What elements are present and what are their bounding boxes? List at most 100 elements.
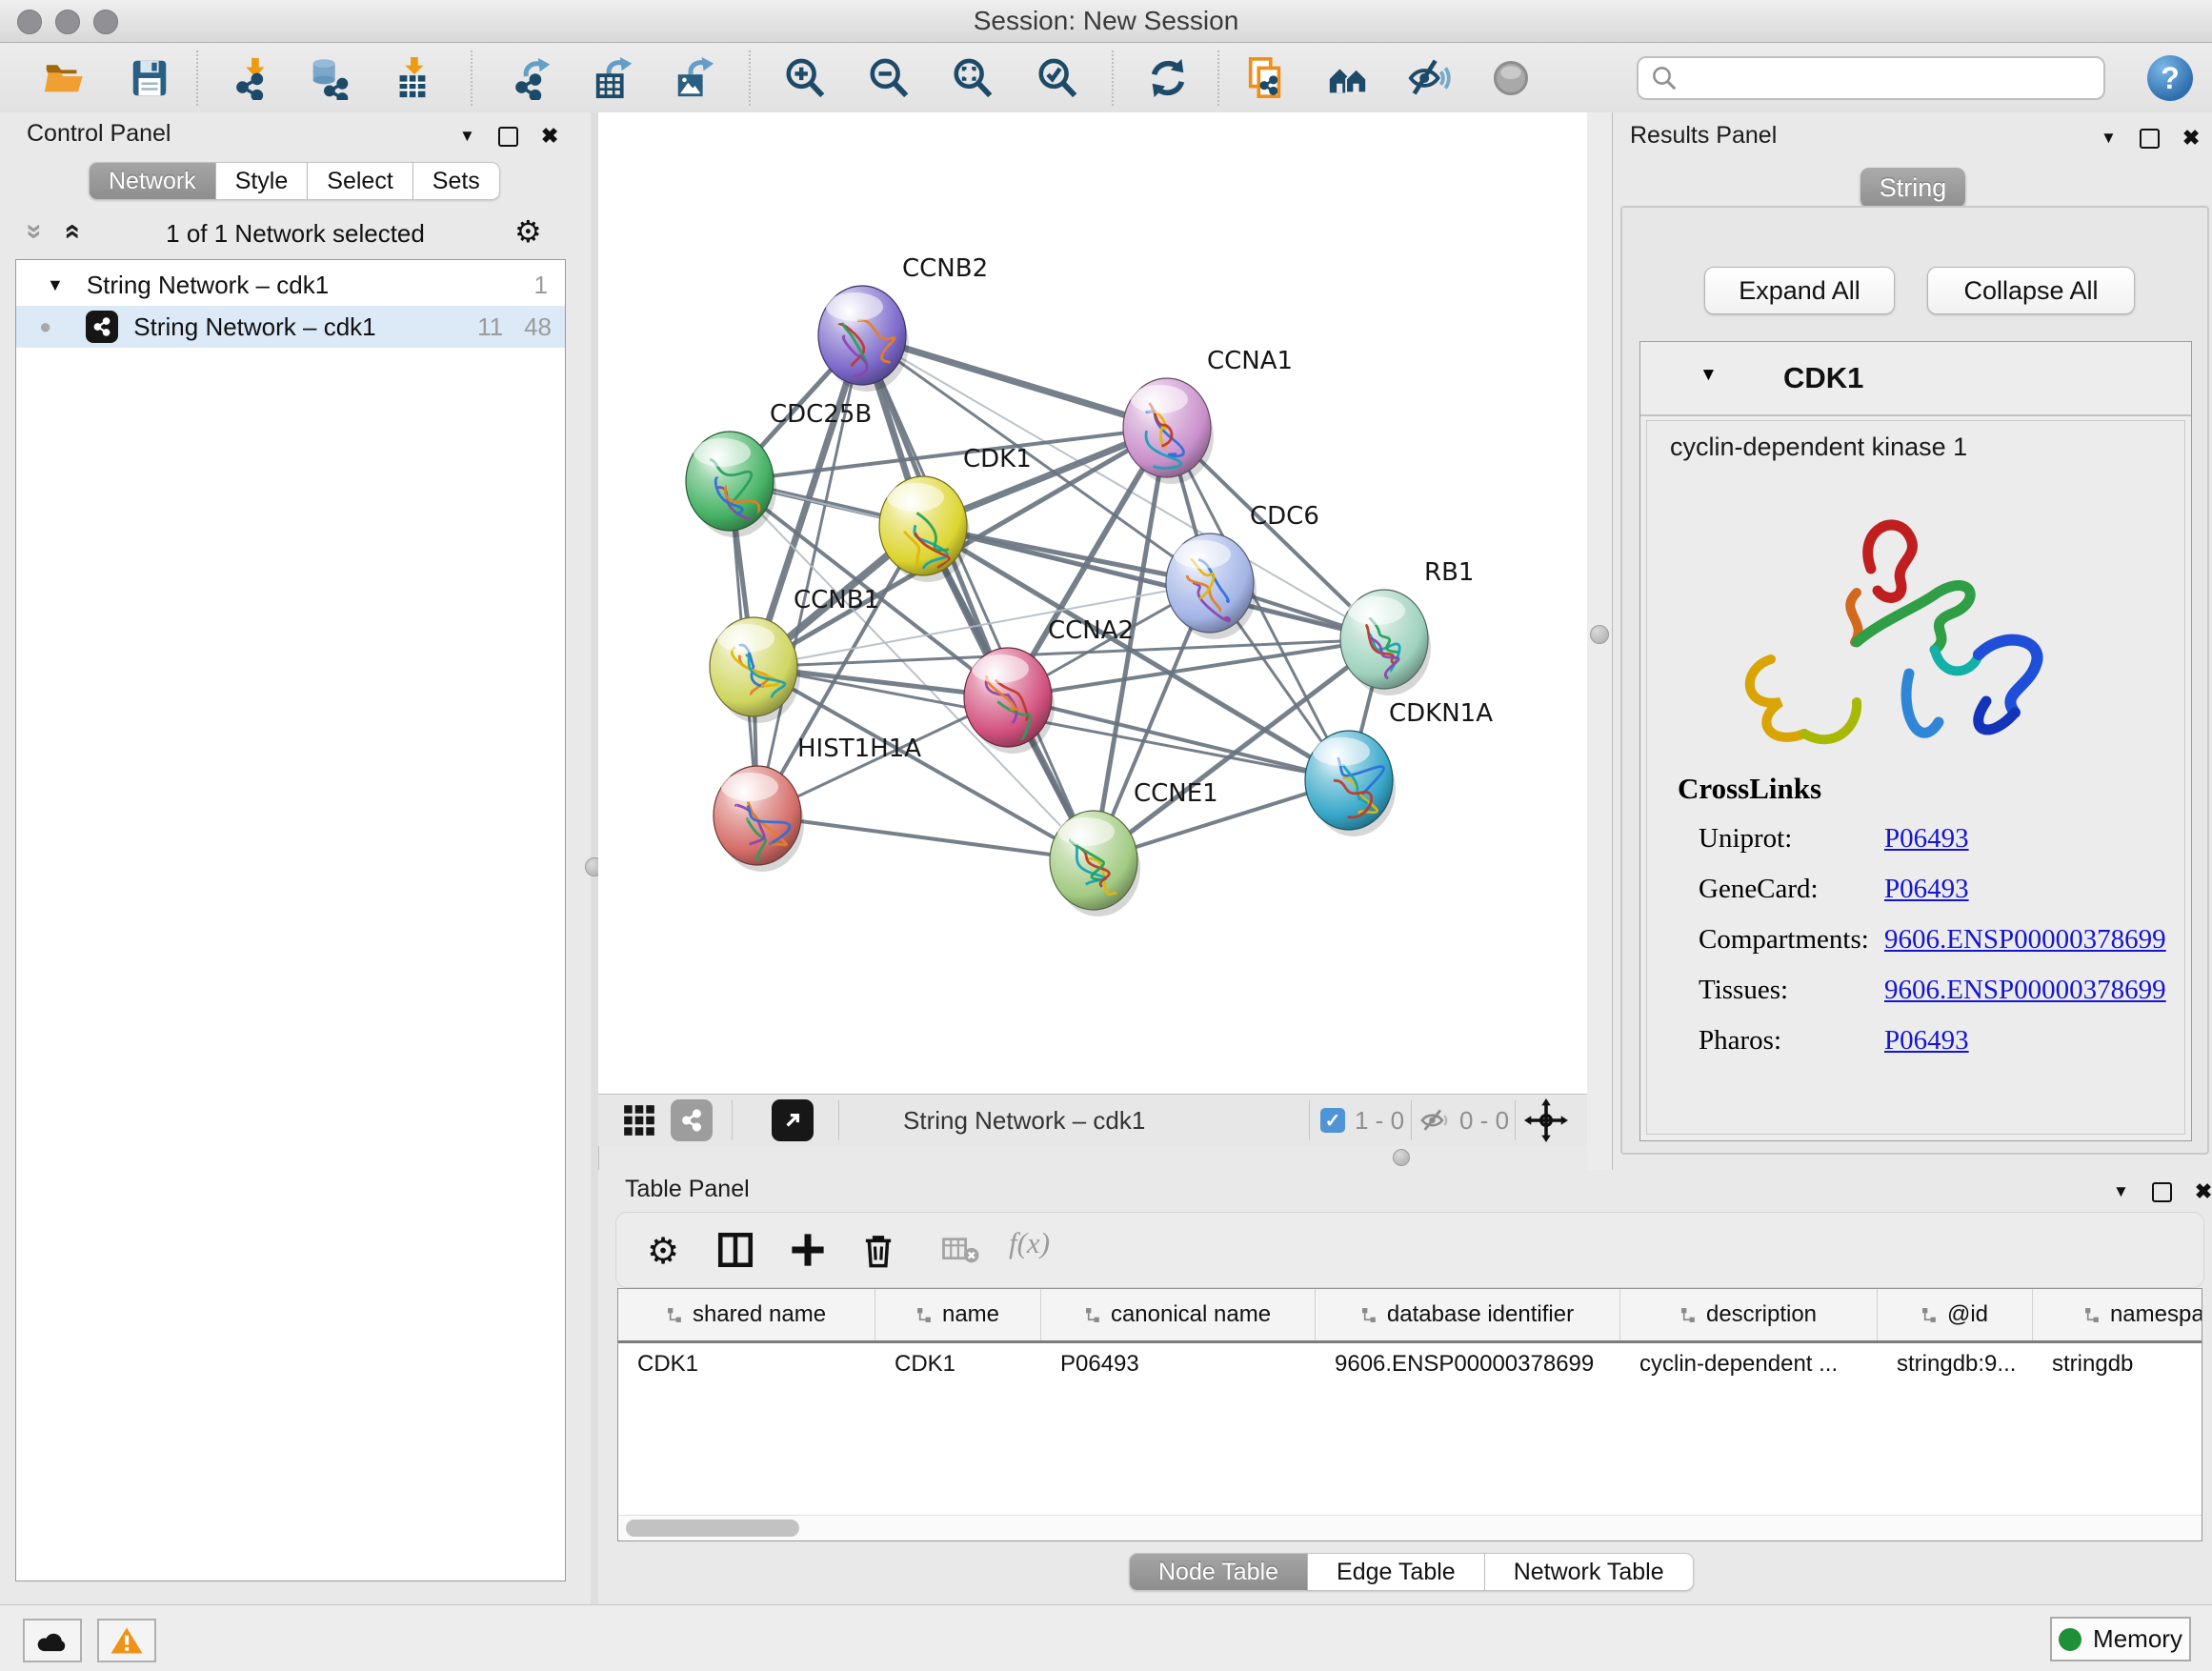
cell-namespace[interactable]: stringdb — [2033, 1343, 2202, 1385]
column-header-database-identifier[interactable]: database identifier — [1316, 1289, 1620, 1340]
zoom-fit-icon[interactable] — [950, 55, 995, 101]
entry-header[interactable]: ▼ CDK1 — [1640, 342, 2191, 416]
table-options-gear-icon[interactable]: ⚙ — [647, 1230, 679, 1272]
cell-canonical-name[interactable]: P06493 — [1041, 1343, 1316, 1385]
tree-expand-icon[interactable]: ▼ — [47, 275, 64, 295]
import-network-icon[interactable] — [231, 55, 276, 101]
entry-collapse-icon[interactable]: ▼ — [1699, 365, 1718, 386]
node-CCNE1[interactable]: CCNE1 — [1050, 779, 1218, 916]
node-CCNB2[interactable]: CCNB2 — [818, 254, 988, 392]
cell-name[interactable]: CDK1 — [875, 1343, 1041, 1385]
zoom-in-icon[interactable] — [782, 55, 828, 101]
node-CDKN1A[interactable]: CDKN1A — [1305, 699, 1493, 836]
open-in-browser-icon[interactable] — [772, 1099, 814, 1141]
save-session-icon[interactable] — [127, 55, 172, 101]
panel-float-icon[interactable] — [2152, 1182, 2172, 1202]
network-collection-row[interactable]: ▼ String Network – cdk1 1 — [16, 264, 565, 306]
cloud-button[interactable] — [23, 1619, 82, 1662]
node-CCNB1[interactable]: CCNB1 — [710, 586, 879, 723]
table-row[interactable]: CDK1CDK1P064939606.ENSP00000378699cyclin… — [618, 1343, 2202, 1385]
crosslink-link[interactable]: P06493 — [1884, 1025, 1969, 1057]
search-input[interactable] — [1679, 63, 2082, 94]
table-horizontal-scrollbar[interactable] — [618, 1515, 2202, 1540]
network-canvas[interactable]: CCNB2CCNA1CDC25BCDK1CDC6RB1CCNB1CCNA2CDK… — [598, 112, 1587, 1094]
export-network-icon[interactable] — [511, 55, 556, 101]
network-collection-label: String Network – cdk1 — [87, 271, 329, 300]
tab-edge-table[interactable]: Edge Table — [1308, 1553, 1485, 1591]
export-table-icon[interactable] — [592, 55, 637, 101]
search-field — [1637, 56, 2105, 100]
warning-button[interactable] — [97, 1619, 156, 1662]
column-header-@id[interactable]: @id — [1878, 1289, 2033, 1340]
edge-HIST1H1A-CCNE1[interactable] — [757, 815, 1094, 860]
splitter-handle[interactable] — [1590, 625, 1609, 644]
add-column-icon[interactable] — [788, 1230, 828, 1275]
zoom-out-icon[interactable] — [866, 55, 912, 101]
export-image-icon[interactable] — [672, 55, 717, 101]
tab-string[interactable]: String — [1860, 168, 1965, 208]
node-label-CDC25B: CDC25B — [770, 400, 872, 429]
delete-table-icon[interactable] — [942, 1236, 980, 1271]
refresh-icon[interactable] — [1145, 55, 1191, 101]
help-icon[interactable]: ? — [2147, 55, 2193, 101]
tab-sets[interactable]: Sets — [413, 162, 500, 200]
panel-close-icon[interactable]: ✖ — [2195, 1179, 2212, 1204]
selected-checkbox-icon[interactable]: ✓ — [1320, 1108, 1345, 1133]
column-header-shared-name[interactable]: shared name — [618, 1289, 875, 1340]
crosslink-link[interactable]: 9606.ENSP00000378699 — [1884, 975, 2166, 1006]
import-database-icon[interactable] — [305, 55, 351, 101]
right-splitter[interactable] — [1587, 112, 1615, 1170]
memory-button[interactable]: Memory — [2050, 1617, 2191, 1661]
crosslink-link[interactable]: P06493 — [1884, 823, 1969, 855]
tab-network[interactable]: Network — [89, 162, 216, 200]
node-CCNA1[interactable]: CCNA1 — [1123, 347, 1293, 484]
column-header-name[interactable]: name — [875, 1289, 1041, 1340]
expand-all-button[interactable]: Expand All — [1704, 267, 1895, 314]
panel-collapse-icon[interactable]: ▼ — [2101, 129, 2117, 148]
show-all-icon[interactable] — [1488, 55, 1534, 101]
column-header-description[interactable]: description — [1620, 1289, 1878, 1340]
column-header-canonical-name[interactable]: canonical name — [1041, 1289, 1316, 1340]
hide-selected-icon[interactable] — [1406, 55, 1452, 101]
string-network-icon[interactable] — [671, 1099, 713, 1141]
node-RB1[interactable]: RB1 — [1340, 558, 1474, 695]
crosslink-link[interactable]: 9606.ENSP00000378699 — [1884, 924, 2166, 956]
panel-close-icon[interactable]: ✖ — [541, 124, 558, 149]
first-neighbors-icon[interactable] — [1325, 55, 1371, 101]
panel-float-icon[interactable] — [498, 127, 518, 147]
import-table-icon[interactable] — [390, 55, 435, 101]
cell-description[interactable]: cyclin-dependent ... — [1620, 1343, 1878, 1385]
cell-@id[interactable]: stringdb:9... — [1878, 1343, 2033, 1385]
function-builder-icon[interactable]: f(x) — [1009, 1226, 1050, 1260]
copy-network-icon[interactable] — [1243, 55, 1289, 101]
crosslink-link[interactable]: P06493 — [1884, 874, 1969, 905]
delete-column-icon[interactable] — [858, 1230, 898, 1275]
column-header-namespace[interactable]: namespace — [2033, 1289, 2202, 1340]
zoom-selected-icon[interactable] — [1035, 55, 1080, 101]
title-bar: Session: New Session — [0, 0, 2212, 43]
table-toolbar: ⚙ f(x) — [615, 1212, 2204, 1288]
cell-database-identifier[interactable]: 9606.ENSP00000378699 — [1316, 1343, 1620, 1385]
tab-node-table[interactable]: Node Table — [1129, 1553, 1308, 1591]
panel-collapse-icon[interactable]: ▼ — [459, 127, 475, 146]
network-options-gear-icon[interactable]: ⚙ — [514, 213, 542, 250]
network-row-selected[interactable]: ● String Network – cdk1 11 48 — [16, 306, 565, 348]
birdseye-grid-icon[interactable] — [621, 1102, 657, 1143]
tab-select[interactable]: Select — [308, 162, 412, 200]
edge-CCNB2-CCNE1[interactable] — [862, 335, 1094, 860]
panel-float-icon[interactable] — [2140, 129, 2160, 149]
scrollbar-thumb[interactable] — [626, 1520, 799, 1537]
cell-shared-name[interactable]: CDK1 — [618, 1343, 875, 1385]
open-session-icon[interactable] — [40, 55, 86, 101]
horizontal-splitter-handle[interactable] — [1393, 1149, 1410, 1166]
panel-collapse-icon[interactable]: ▼ — [2113, 1182, 2129, 1201]
tab-style[interactable]: Style — [216, 162, 309, 200]
tab-network-table[interactable]: Network Table — [1485, 1553, 1694, 1591]
node-HIST1H1A[interactable]: HIST1H1A — [714, 735, 921, 872]
panel-close-icon[interactable]: ✖ — [2182, 126, 2200, 151]
collapse-all-button[interactable]: Collapse All — [1927, 267, 2135, 314]
show-columns-icon[interactable] — [715, 1230, 755, 1275]
hidden-eye-icon[interactable] — [1419, 1108, 1452, 1137]
window-title: Session: New Session — [0, 0, 2212, 42]
move-crosshair-icon[interactable] — [1524, 1098, 1568, 1147]
